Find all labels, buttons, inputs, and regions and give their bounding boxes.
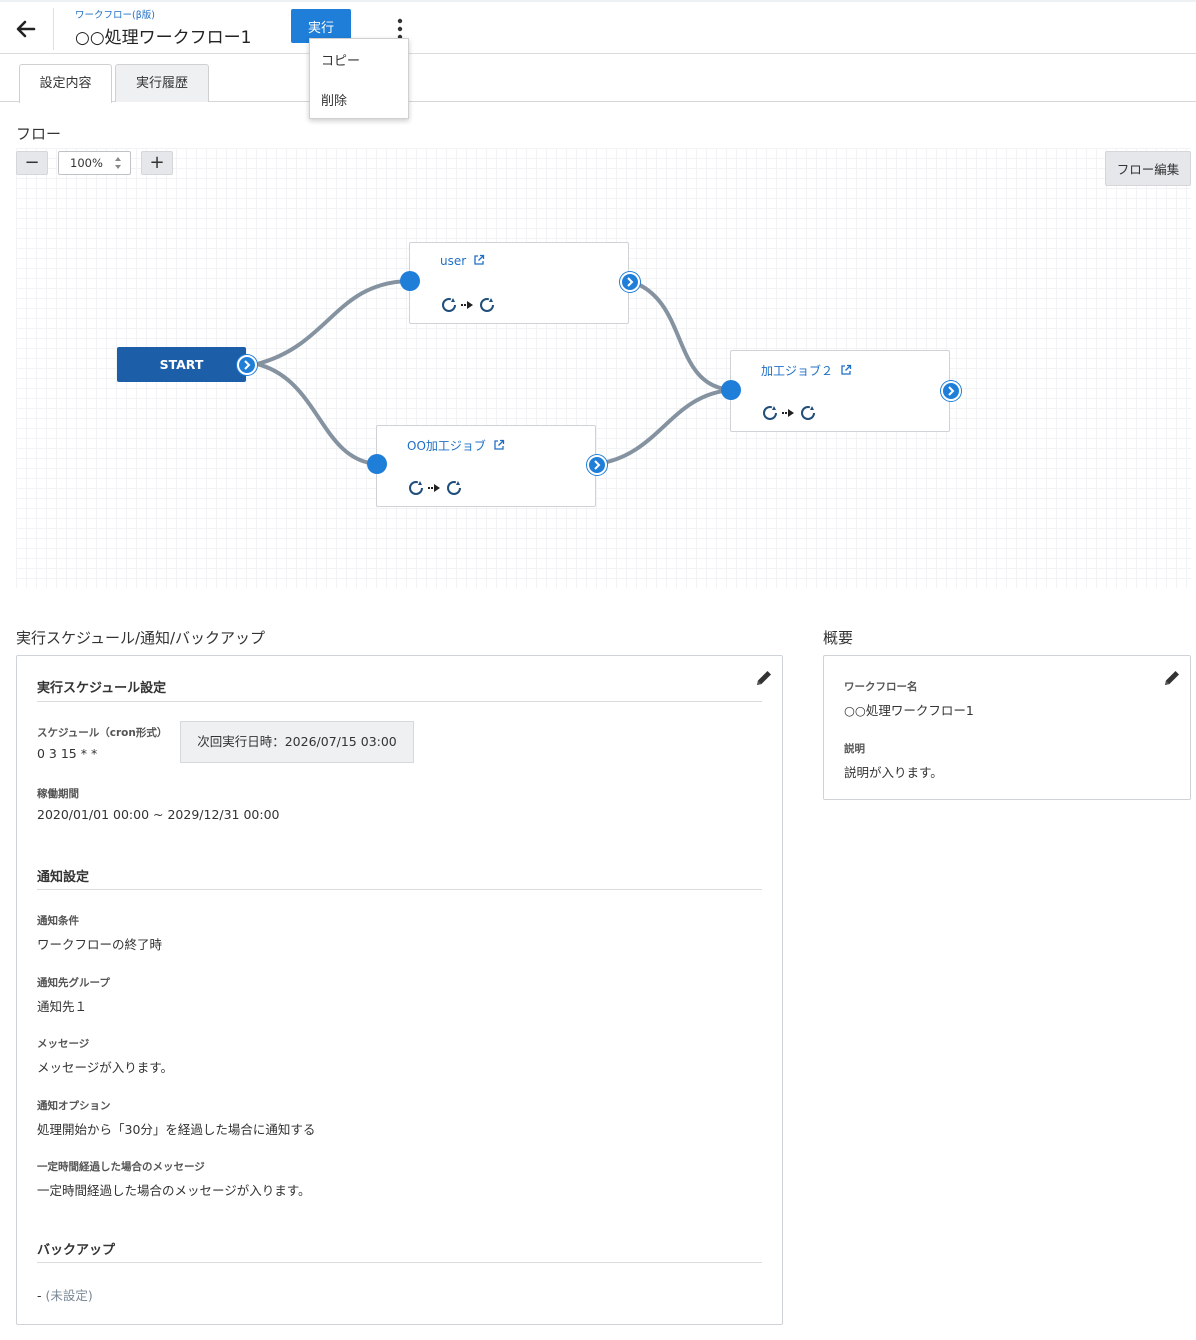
notification-divider xyxy=(37,889,762,890)
start-output-port[interactable] xyxy=(237,355,257,375)
cycle-icon xyxy=(442,298,456,312)
pencil-icon[interactable] xyxy=(754,668,774,688)
backup-heading: バックアップ xyxy=(37,1243,116,1258)
breadcrumb[interactable]: ワークフロー(β版) xyxy=(75,7,155,21)
cycle-icon xyxy=(447,481,461,495)
back-arrow-icon[interactable] xyxy=(12,15,40,43)
top-bar: ワークフロー(β版) ○○処理ワークフロー1 実行 xyxy=(0,0,1196,54)
start-node[interactable]: START xyxy=(117,347,246,382)
cron-value: 0 3 15 * * xyxy=(37,746,98,761)
notification-heading: 通知設定 xyxy=(37,870,90,885)
flow-edit-button[interactable]: フロー編集 xyxy=(1105,151,1191,186)
period-label: 稼働期間 xyxy=(37,788,79,800)
job-status-icons xyxy=(409,481,461,495)
zoom-out-button[interactable]: − xyxy=(16,151,48,175)
header-divider xyxy=(53,8,54,50)
zoom-in-button[interactable]: + xyxy=(141,151,173,175)
menu-item-copy[interactable]: コピー xyxy=(321,50,360,69)
overview-section-title: 概要 xyxy=(823,629,854,647)
message-value: メッセージが入ります。 xyxy=(37,1060,174,1075)
cycle-icon xyxy=(763,406,777,420)
cycle-icon xyxy=(801,406,815,420)
notify-condition-value: ワークフローの終了時 xyxy=(37,937,163,952)
flow-node-kakou-job-2[interactable]: 加工ジョブ２ xyxy=(730,350,950,432)
message-label: メッセージ xyxy=(37,1038,90,1050)
user-output-port[interactable] xyxy=(620,272,640,292)
job-status-icons xyxy=(763,406,815,420)
dotted-arrow-icon xyxy=(782,409,794,417)
notify-condition-label: 通知条件 xyxy=(37,915,79,927)
cycle-icon xyxy=(480,298,494,312)
notify-option-label: 通知オプション xyxy=(37,1100,111,1112)
flow-node-user[interactable]: user xyxy=(409,242,629,324)
timeout-message-value: 一定時間経過した場合のメッセージが入ります。 xyxy=(37,1183,311,1198)
zoom-value: 100% xyxy=(70,156,103,170)
dotted-arrow-icon xyxy=(461,301,473,309)
dotted-arrow-icon xyxy=(428,484,440,492)
backup-divider xyxy=(37,1262,762,1263)
oo-job-input-port[interactable] xyxy=(367,454,387,474)
flow-node-oo-job[interactable]: OO加工ジョブ xyxy=(376,425,596,507)
cycle-icon xyxy=(409,481,423,495)
schedule-divider xyxy=(37,701,762,702)
external-link-icon xyxy=(474,254,485,265)
kakou-job-2-input-port[interactable] xyxy=(721,380,741,400)
node-title-link[interactable]: 加工ジョブ２ xyxy=(761,362,852,379)
kakou-job-2-output-port[interactable] xyxy=(941,381,961,401)
timeout-message-label: 一定時間経過した場合のメッセージ xyxy=(37,1161,205,1173)
backup-value: - (未設定) xyxy=(37,1288,93,1303)
zoom-input[interactable]: 100% xyxy=(58,151,131,175)
chevron-right-icon xyxy=(594,460,601,470)
job-status-icons xyxy=(442,298,494,312)
next-run-badge: 次回実行日時：2026/07/15 03:00 xyxy=(180,721,414,763)
period-value: 2020/01/01 00:00 ~ 2029/12/31 00:00 xyxy=(37,807,280,822)
chevron-right-icon xyxy=(244,360,251,370)
oo-job-output-port[interactable] xyxy=(587,455,607,475)
chevron-right-icon xyxy=(948,386,955,396)
external-link-icon xyxy=(841,364,851,375)
pencil-icon[interactable] xyxy=(1162,668,1182,688)
schedule-section-title: 実行スケジュール/通知/バックアップ xyxy=(16,629,266,647)
workflow-name-label: ワークフロー名 xyxy=(844,681,918,693)
cron-label: スケジュール（cron形式） xyxy=(37,727,168,739)
menu-item-delete[interactable]: 削除 xyxy=(321,90,347,109)
node-title-link[interactable]: user xyxy=(440,254,485,268)
notify-option-value: 処理開始から「30分」を経過した場合に通知する xyxy=(37,1122,316,1137)
external-link-icon xyxy=(494,439,504,450)
workflow-name-value: ○○処理ワークフロー1 xyxy=(844,703,974,718)
schedule-heading: 実行スケジュール設定 xyxy=(37,681,167,696)
flow-section-title: フロー xyxy=(16,125,62,143)
tab-settings[interactable]: 設定内容 xyxy=(19,64,112,103)
tab-history[interactable]: 実行履歴 xyxy=(115,64,209,102)
notify-group-label: 通知先グループ xyxy=(37,977,110,989)
page-title: ○○処理ワークフロー1 xyxy=(75,28,252,48)
description-value: 説明が入ります。 xyxy=(844,765,943,780)
spinner-icon[interactable] xyxy=(115,156,121,170)
chevron-right-icon xyxy=(627,277,634,287)
description-label: 説明 xyxy=(844,743,865,755)
node-title-link[interactable]: OO加工ジョブ xyxy=(407,437,505,454)
notify-group-value: 通知先１ xyxy=(37,999,88,1014)
actions-menu: コピー 削除 xyxy=(309,38,409,119)
user-input-port[interactable] xyxy=(400,271,420,291)
